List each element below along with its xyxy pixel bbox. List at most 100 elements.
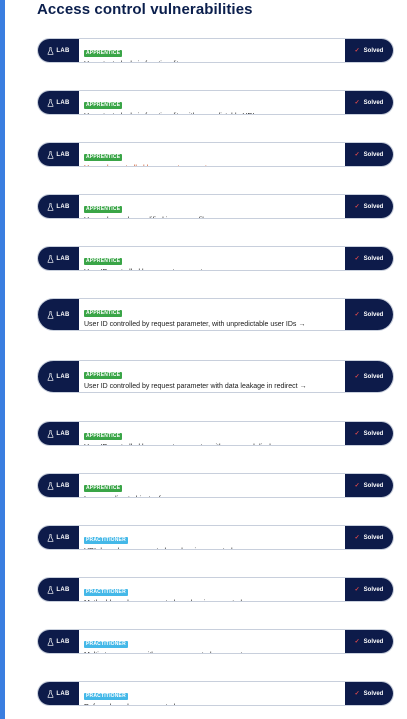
flask-icon: [47, 533, 54, 542]
flask-icon: [47, 46, 54, 55]
arrow-right-icon: →: [299, 383, 307, 390]
lab-tag: LAB: [38, 474, 79, 497]
lab-title-link[interactable]: Method-based access control can be circu…: [84, 599, 341, 601]
lab-title-link[interactable]: Insecure direct object references→: [84, 495, 341, 497]
lab-title-link[interactable]: User ID controlled by request parameter,…: [84, 320, 341, 329]
lab-title: Multi-step process with no access contro…: [84, 652, 250, 653]
level-badge: PRACTITIONER: [84, 641, 128, 648]
lab-tag: LAB: [38, 682, 79, 705]
arrow-right-icon: →: [244, 600, 251, 601]
arrow-right-icon: →: [188, 496, 195, 497]
solved-status: ✓ Solved: [345, 526, 393, 549]
check-icon: ✓: [354, 483, 360, 489]
lab-title-link[interactable]: User ID controlled by request parameter→: [84, 268, 341, 270]
lab-row-8[interactable]: LAB APPRENTICE User ID controlled by req…: [37, 421, 394, 446]
arrow-right-icon: →: [184, 61, 191, 62]
solved-status: ✓ Solved: [345, 195, 393, 218]
check-icon: ✓: [354, 152, 360, 158]
level-badge: APPRENTICE: [84, 154, 123, 161]
lab-tag: LAB: [38, 361, 79, 392]
lab-title-link[interactable]: Multi-step process with no access contro…: [84, 651, 341, 653]
lab-title: Unprotected admin functionality: [84, 61, 182, 62]
solved-label: Solved: [363, 534, 384, 541]
lab-title-link[interactable]: User role controlled by request paramete…: [84, 164, 341, 166]
level-badge: APPRENTICE: [84, 310, 123, 317]
check-icon: ✓: [354, 256, 360, 262]
lab-title-link[interactable]: User ID controlled by request parameter …: [84, 382, 341, 391]
lab-tag-label: LAB: [56, 586, 70, 593]
flask-icon: [47, 254, 54, 263]
solved-status: ✓ Solved: [345, 630, 393, 653]
lab-tag-label: LAB: [56, 203, 70, 210]
lab-row-4[interactable]: LAB APPRENTICE User role can be modified…: [37, 194, 394, 219]
solved-status: ✓ Solved: [345, 247, 393, 270]
lab-tag: LAB: [38, 247, 79, 270]
lab-row-13[interactable]: LAB PRACTITIONER Referer-based access co…: [37, 681, 394, 706]
level-badge: APPRENTICE: [84, 433, 123, 440]
lab-title-link[interactable]: Referer-based access control→: [84, 703, 341, 705]
arrow-right-icon: →: [235, 548, 242, 549]
arrow-right-icon: →: [177, 704, 184, 705]
section-heading: Access control vulnerabilities: [37, 1, 253, 18]
level-badge: APPRENTICE: [84, 50, 123, 57]
lab-title: Insecure direct object references: [84, 496, 186, 497]
solved-label: Solved: [363, 482, 384, 489]
lab-tag: LAB: [38, 630, 79, 653]
check-icon: ✓: [354, 312, 360, 318]
solved-label: Solved: [363, 47, 384, 54]
lab-body: APPRENTICE User role can be modified in …: [84, 197, 341, 218]
lab-tag-label: LAB: [56, 690, 70, 697]
lab-body: APPRENTICE Insecure direct object refere…: [84, 476, 341, 497]
lab-row-9[interactable]: LAB APPRENTICE Insecure direct object re…: [37, 473, 394, 498]
lab-row-2[interactable]: LAB APPRENTICE Unprotected admin functio…: [37, 90, 394, 115]
solved-label: Solved: [363, 638, 384, 645]
lab-title-link[interactable]: Unprotected admin functionality→: [84, 60, 341, 62]
solved-status: ✓ Solved: [345, 91, 393, 114]
level-badge: PRACTITIONER: [84, 537, 128, 544]
level-badge: PRACTITIONER: [84, 589, 128, 596]
lab-tag: LAB: [38, 195, 79, 218]
lab-tag-label: LAB: [56, 373, 70, 380]
lab-tag-label: LAB: [56, 255, 70, 262]
lab-title-link[interactable]: URL-based access control can be circumve…: [84, 547, 341, 549]
level-badge: APPRENTICE: [84, 485, 123, 492]
lab-title-link[interactable]: Unprotected admin functionality with unp…: [84, 112, 341, 114]
lab-tag: LAB: [38, 526, 79, 549]
lab-tag-label: LAB: [56, 99, 70, 106]
lab-row-5[interactable]: LAB APPRENTICE User ID controlled by req…: [37, 246, 394, 271]
lab-row-10[interactable]: LAB PRACTITIONER URL-based access contro…: [37, 525, 394, 550]
solved-status: ✓ Solved: [345, 578, 393, 601]
lab-row-11[interactable]: LAB PRACTITIONER Method-based access con…: [37, 577, 394, 602]
flask-icon: [47, 637, 54, 646]
solved-status: ✓ Solved: [345, 422, 393, 445]
lab-row-1[interactable]: LAB APPRENTICE Unprotected admin functio…: [37, 38, 394, 63]
lab-body: APPRENTICE User ID controlled by request…: [84, 249, 341, 270]
check-icon: ✓: [354, 100, 360, 106]
solved-label: Solved: [363, 586, 384, 593]
lab-body: APPRENTICE User ID controlled by request…: [84, 424, 341, 445]
level-badge: APPRENTICE: [84, 102, 123, 109]
lab-title-link[interactable]: User ID controlled by request parameter …: [84, 443, 341, 445]
lab-title: User role controlled by request paramete…: [84, 165, 213, 166]
lab-body: PRACTITIONER Method-based access control…: [84, 580, 341, 601]
lab-row-3[interactable]: LAB APPRENTICE User role controlled by r…: [37, 142, 394, 167]
arrow-right-icon: →: [258, 113, 265, 114]
solved-label: Solved: [363, 255, 384, 262]
lab-row-7[interactable]: LAB APPRENTICE User ID controlled by req…: [37, 360, 394, 393]
solved-label: Solved: [363, 311, 384, 318]
check-icon: ✓: [354, 587, 360, 593]
lab-tag: LAB: [38, 143, 79, 166]
lab-tag-label: LAB: [56, 534, 70, 541]
lab-title: Referer-based access control: [84, 704, 175, 705]
lab-title-link[interactable]: User role can be modified in user profil…: [84, 216, 341, 218]
solved-status: ✓ Solved: [345, 474, 393, 497]
flask-icon: [47, 585, 54, 594]
lab-row-6[interactable]: LAB APPRENTICE User ID controlled by req…: [37, 298, 394, 331]
flask-icon: [47, 481, 54, 490]
page-accent-bar: [0, 0, 5, 719]
solved-label: Solved: [363, 151, 384, 158]
lab-tag: LAB: [38, 299, 79, 330]
lab-row-12[interactable]: LAB PRACTITIONER Multi-step process with…: [37, 629, 394, 654]
arrow-right-icon: →: [252, 652, 259, 653]
check-icon: ✓: [354, 48, 360, 54]
